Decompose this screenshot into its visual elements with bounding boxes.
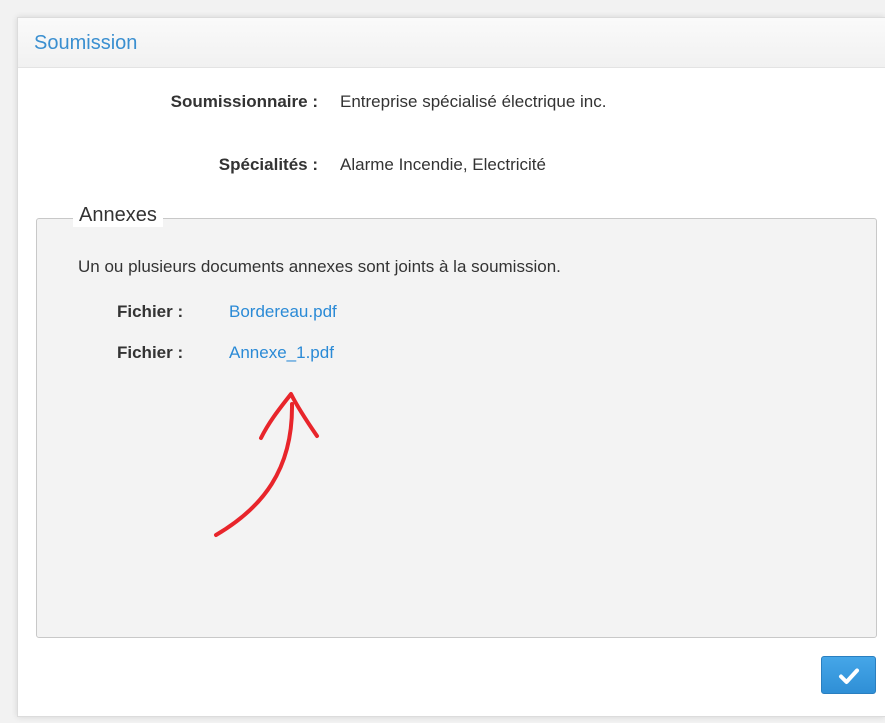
confirm-button[interactable] xyxy=(821,656,876,694)
annexes-fieldset: Annexes Un ou plusieurs documents annexe… xyxy=(36,204,877,638)
annexes-legend: Annexes xyxy=(73,204,163,227)
submission-panel: Soumission Soumissionnaire : Entreprise … xyxy=(17,17,885,717)
bidder-value: Entreprise spécialisé électrique inc. xyxy=(340,92,607,111)
file-label: Fichier : xyxy=(117,302,184,321)
file-link-bordereau[interactable]: Bordereau.pdf xyxy=(229,302,337,322)
file-label: Fichier : xyxy=(117,343,184,362)
bidder-label: Soumissionnaire : xyxy=(170,92,318,111)
annexes-notice: Un ou plusieurs documents annexes sont j… xyxy=(78,257,561,276)
specialties-value: Alarme Incendie, Electricité xyxy=(340,155,546,174)
specialties-label: Spécialités : xyxy=(218,155,318,174)
panel-title: Soumission xyxy=(34,32,138,54)
specialties-row: Spécialités : Alarme Incendie, Electrici… xyxy=(18,155,885,179)
check-icon xyxy=(839,668,859,684)
file-link-annexe-1[interactable]: Annexe_1.pdf xyxy=(229,343,334,363)
panel-header: Soumission xyxy=(18,18,885,68)
page-background: Soumission Soumissionnaire : Entreprise … xyxy=(0,0,885,723)
bidder-row: Soumissionnaire : Entreprise spécialisé … xyxy=(18,92,885,116)
